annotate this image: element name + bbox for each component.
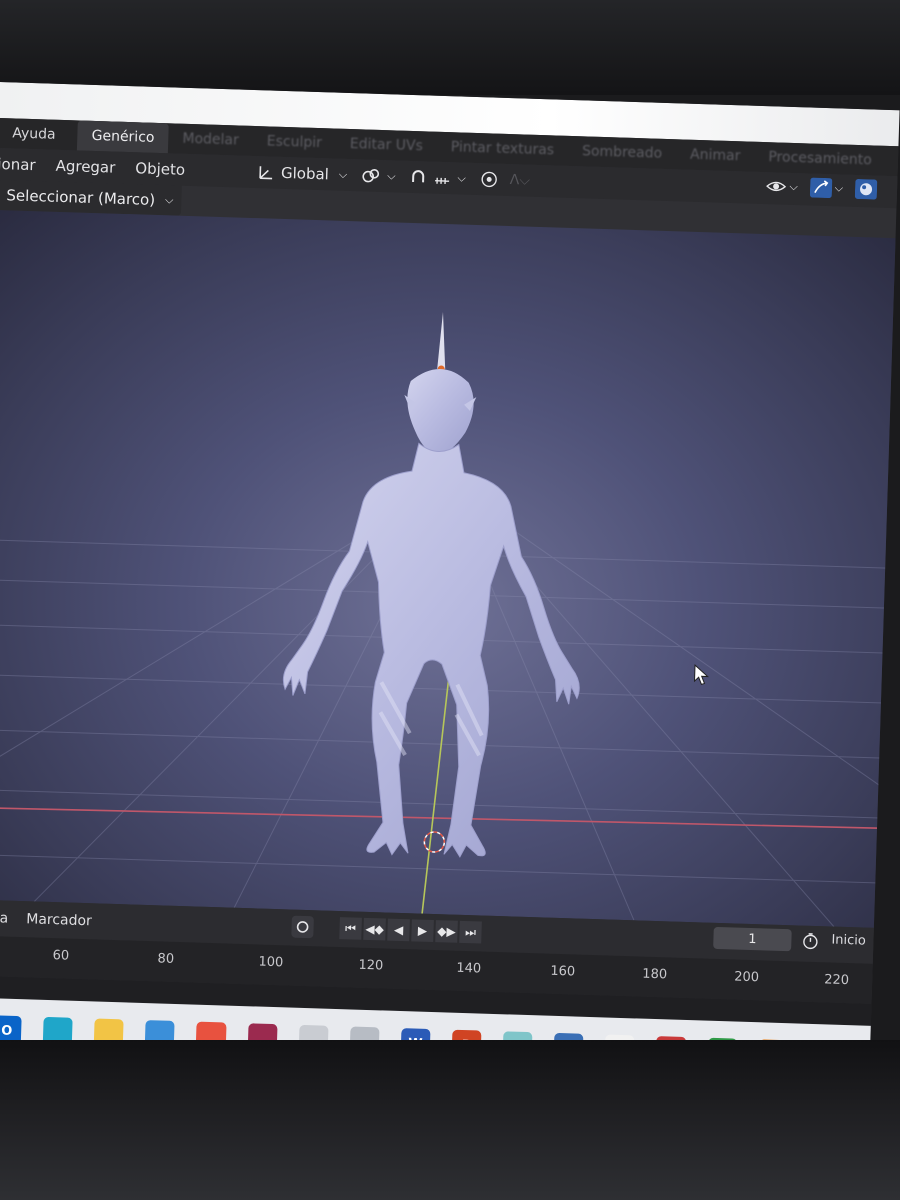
monitor-bezel-top	[0, 0, 900, 95]
jump-to-end-button[interactable]: ⏭	[459, 920, 482, 944]
gizmo-dropdown[interactable]: ⌵	[809, 177, 844, 199]
stopwatch-icon[interactable]	[801, 932, 820, 955]
tab-shading[interactable]: Sombreado	[568, 143, 677, 162]
frame-start-label: Inicio	[831, 932, 867, 949]
record-icon	[296, 921, 309, 933]
overlay-sphere-icon	[854, 179, 878, 200]
chevron-down-icon: ⌵	[789, 179, 798, 194]
ruler-tick: 140	[456, 960, 482, 977]
menu-help[interactable]: Ayuda	[0, 125, 78, 143]
snap-increment-icon	[435, 177, 450, 185]
eye-icon	[766, 181, 787, 192]
current-frame-field[interactable]: 1	[713, 926, 792, 952]
proportional-editing-toggle[interactable]: Λ⌵	[480, 170, 531, 190]
ruler-tick: 220	[823, 972, 850, 989]
falloff-icon: Λ⌵	[509, 172, 531, 189]
magnet-icon	[412, 170, 425, 183]
tab-texture-paint[interactable]: Pintar texturas	[437, 139, 569, 159]
alien-character-mesh[interactable]	[256, 299, 613, 869]
ruler-tick: 60	[52, 948, 70, 964]
gizmo-icon	[809, 177, 832, 199]
overlay-toggle[interactable]	[854, 179, 878, 200]
ruler-tick: 200	[734, 969, 760, 986]
ruler-tick: 160	[550, 963, 576, 980]
timeline-menu-view[interactable]: Vista	[0, 910, 9, 927]
tab-modeling[interactable]: Modelar	[168, 130, 253, 149]
chevron-down-icon: ⌵	[386, 169, 396, 183]
prev-keyframe-button[interactable]: ◀◆	[363, 917, 386, 941]
chevron-down-icon: ⌵	[457, 171, 467, 185]
tab-uv-editing[interactable]: Editar UVs	[336, 136, 437, 155]
play-reverse-button[interactable]: ◀	[387, 918, 410, 942]
chevron-down-icon: ⌵	[164, 193, 174, 207]
play-button[interactable]: ▶	[411, 919, 434, 943]
pivot-link-icon	[362, 169, 380, 183]
ruler-tick: 100	[258, 954, 284, 971]
jump-to-start-button[interactable]: ⏮	[339, 917, 362, 940]
tab-rendering[interactable]: Procesamiento	[754, 149, 886, 169]
pivot-point-dropdown[interactable]: ⌵	[361, 166, 396, 185]
proportional-edit-icon	[481, 171, 497, 188]
transform-tools: Global ⌵ ⌵ ⌵ Λ⌵	[257, 163, 545, 190]
tab-sculpting[interactable]: Esculpir	[253, 133, 337, 152]
next-keyframe-button[interactable]: ◆▶	[435, 920, 458, 943]
auto-keying-button[interactable]	[291, 915, 314, 939]
viewport-right-tools: ⌵ ⌵	[754, 176, 878, 200]
transform-orientation-dropdown[interactable]: Global ⌵	[257, 163, 348, 184]
ruler-tick: 120	[358, 957, 384, 974]
3d-viewport[interactable]	[0, 209, 900, 929]
mouse-pointer-icon	[693, 664, 710, 685]
tab-generic[interactable]: Genérico	[77, 120, 169, 154]
monitor-bezel-bottom	[0, 1040, 900, 1200]
ruler-tick: 180	[642, 966, 668, 983]
orientation-axes-icon	[259, 166, 272, 180]
menu-object[interactable]: Objeto	[135, 159, 185, 179]
chevron-down-icon: ⌵	[338, 167, 348, 181]
menu-select[interactable]: ionar	[0, 155, 36, 174]
chevron-down-icon: ⌵	[834, 181, 844, 195]
blender-window: Ayuda Genérico Modelar Esculpir Editar U…	[0, 82, 900, 1090]
transform-orientation-label: Global	[280, 163, 330, 184]
visibility-dropdown[interactable]: ⌵	[766, 178, 798, 195]
playback-controls: ⏮ ◀◆ ◀ ▶ ◆▶ ⏭	[291, 915, 484, 944]
snap-toggle[interactable]: ⌵	[409, 168, 466, 188]
tab-animation[interactable]: Animar	[676, 146, 755, 165]
timeline-menu-marker[interactable]: Marcador	[26, 911, 92, 929]
select-mode-label: Seleccionar (Marco)	[6, 186, 156, 209]
menu-add[interactable]: Agregar	[55, 157, 115, 177]
ruler-tick: 80	[157, 951, 175, 967]
armature-bone	[437, 312, 446, 370]
